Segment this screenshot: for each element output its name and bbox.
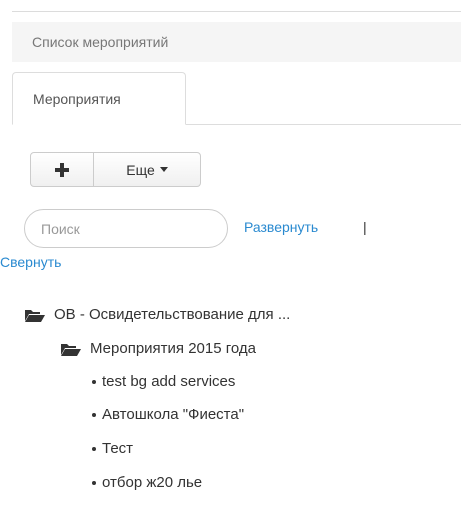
bullet-icon (92, 412, 96, 417)
tree-leaf[interactable]: Тест (92, 440, 133, 457)
breadcrumb-label: Список мероприятий (32, 34, 169, 50)
tree-leaf-label: test bg add services (102, 373, 236, 390)
toolbar: Еще (30, 152, 201, 187)
link-separator: | (363, 219, 367, 235)
more-label: Еще (126, 161, 155, 178)
more-dropdown-button[interactable]: Еще (93, 152, 201, 187)
tree-node-group[interactable]: Мероприятия 2015 года (60, 340, 256, 357)
folder-open-icon (25, 309, 45, 322)
tree-leaf[interactable]: отбор ж20 лье (92, 474, 202, 491)
tree-leaf-label: Тест (102, 440, 134, 457)
folder-open-icon (61, 343, 81, 356)
expand-all-link[interactable]: Развернуть (244, 219, 318, 235)
tree-node-group-label: Мероприятия 2015 года (90, 340, 256, 357)
breadcrumb: Список мероприятий (12, 22, 461, 62)
page: Список мероприятий Мероприятия Еще Разве… (0, 0, 461, 509)
tree-node-root-label: ОВ - Освидетельствование для ... (54, 306, 291, 323)
tab-events-label: Мероприятия (33, 91, 121, 107)
plus-icon (55, 162, 69, 177)
tree-leaf-label: отбор ж20 лье (102, 474, 203, 491)
top-divider (12, 11, 461, 12)
tab-events[interactable]: Мероприятия (12, 72, 186, 125)
tree-node-root[interactable]: ОВ - Освидетельствование для ... (24, 306, 290, 323)
bullet-icon (92, 379, 96, 384)
add-button[interactable] (30, 152, 94, 187)
tree-leaf-label: Автошкола "Фиеста" (102, 406, 245, 423)
caret-down-icon (159, 167, 168, 172)
bullet-icon (92, 446, 96, 451)
search-input[interactable] (24, 209, 228, 248)
tree-leaf[interactable]: Автошкола "Фиеста" (92, 406, 244, 423)
tree-leaf[interactable]: test bg add services (92, 373, 235, 390)
bullet-icon (92, 480, 96, 485)
collapse-all-link[interactable]: Свернуть (0, 254, 61, 270)
